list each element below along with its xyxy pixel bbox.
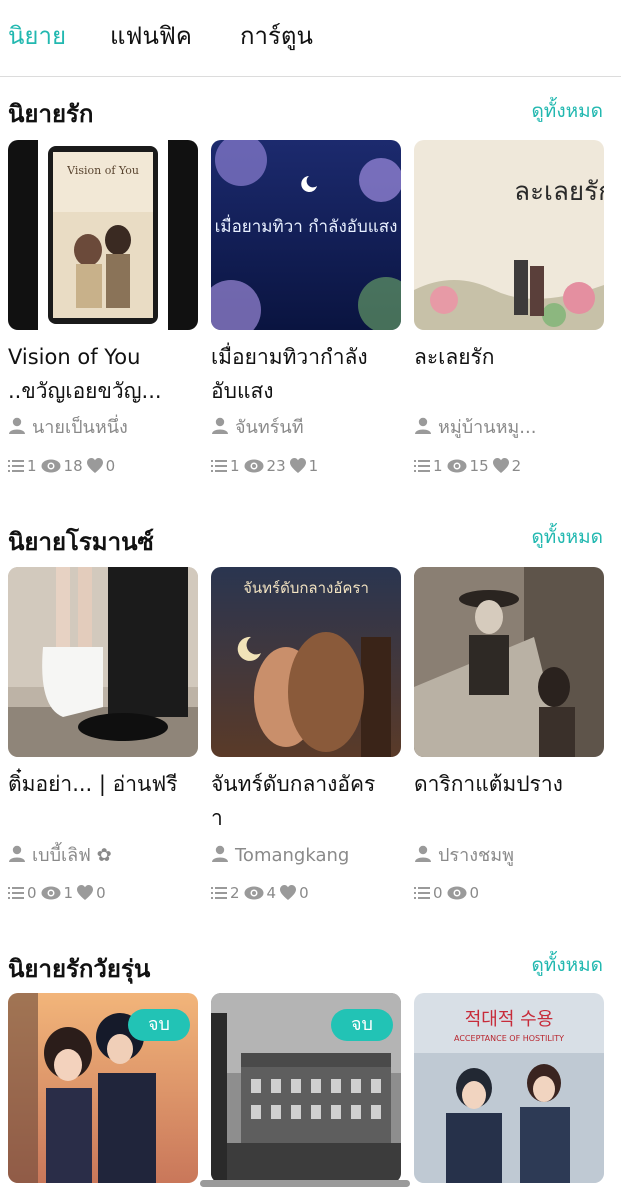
heart-icon [86,458,103,473]
book-cover: จันทร์ดับกลางอัครา [211,567,401,757]
eye-icon [447,886,467,900]
person-icon [415,417,431,434]
chapter-count: 0 [433,884,443,902]
like-count: 0 [96,884,106,902]
cover-text: จันทร์ดับกลางอัครา [243,579,369,597]
author-row: Tomangkang [211,844,411,868]
section-title-romance: นิยายโรมานซ์ [8,528,154,556]
list-icon [211,887,227,899]
book-cover [414,567,604,757]
book-title: จันทร์ดับกลางอัคร า [211,772,376,830]
cover-text: ละเลยรัก [514,177,604,207]
like-count: 1 [308,457,319,475]
book-cover: 적대적 수용 ACCEPTANCE OF HOSTILITY [414,993,604,1183]
book-cover: เมื่อยามทิวา กำลังอับแสง [211,140,401,330]
author-name: นายเป็นหนึ่ง [32,417,128,438]
book-cover [8,567,198,757]
eye-icon [244,886,264,900]
view-count: 4 [266,884,277,902]
book-cover: Vision of You [8,140,198,330]
view-count: 1 [63,884,74,902]
view-count: 23 [266,457,286,475]
stats-row: 1 18 0 [8,456,119,476]
book-title: ดาริกาแต้มปราง [414,772,563,796]
eye-icon [41,459,61,473]
tab-novel[interactable]: นิยาย [8,20,66,52]
chapter-count: 2 [230,884,240,902]
list-icon [414,460,430,472]
list-icon [8,887,24,899]
cover-text: เมื่อยามทิวา กำลังอับแสง [215,214,398,237]
person-icon [9,845,25,862]
author-row: เบบี้เลิฟ ✿ [8,844,208,868]
category-tab-bar: นิยาย แฟนฟิค การ์ตูน [0,0,621,77]
book-title: ละเลยรัก [414,345,495,369]
like-count: 2 [511,457,522,475]
author-name: เบบี้เลิฟ ✿ [32,845,112,866]
book-cover: ละเลยรัก [414,140,604,330]
tab-cartoon[interactable]: การ์ตูน [240,20,313,52]
tab-fanfic[interactable]: แฟนฟิค [110,20,192,52]
book-title: ติ๋มอย่า... | อ่านฟรี [8,772,178,796]
heart-icon [289,458,306,473]
completed-badge: จบ [331,1009,393,1041]
stats-row: 0 0 [414,883,483,903]
author-name: จันทร์นที [235,417,304,438]
stats-row: 2 4 0 [211,883,313,903]
horizontal-scrollbar[interactable] [200,1180,410,1187]
heart-icon [77,885,94,900]
author-row: นายเป็นหนึ่ง [8,416,208,440]
person-icon [415,845,431,862]
book-title: Vision of You ..ขวัญเอยขวัญ... [8,345,162,403]
cover-subtext: ACCEPTANCE OF HOSTILITY [454,1034,564,1043]
list-icon [8,460,24,472]
person-icon [212,845,228,862]
completed-badge: จบ [128,1009,190,1041]
eye-icon [447,459,467,473]
chapter-count: 1 [433,457,443,475]
author-row: ปรางชมพู [414,844,614,868]
view-count: 15 [469,457,489,475]
author-name: ปรางชมพู [438,845,514,866]
author-row: จันทร์นที [211,416,411,440]
eye-icon [244,459,264,473]
heart-icon [280,885,297,900]
stats-row: 0 1 0 [8,883,110,903]
list-icon [414,887,430,899]
author-name: Tomangkang [235,845,350,866]
section-title-romance-novel: นิยายรัก [8,100,94,128]
chapter-count: 0 [27,884,37,902]
stats-row: 1 23 1 [211,456,322,476]
cover-text: Vision of You [66,164,139,177]
view-count: 18 [63,457,83,475]
view-count: 0 [469,884,480,902]
author-row: หมู่บ้านหมู... [414,416,614,440]
section-title-teen-romance: นิยายรักวัยรุ่น [8,955,151,983]
like-count: 0 [299,884,309,902]
see-all-link[interactable]: ดูทั้งหมด [531,98,603,124]
like-count: 0 [105,457,116,475]
cover-text: 적대적 수용 [465,1009,554,1030]
chapter-count: 1 [230,457,240,475]
person-icon [9,417,25,434]
eye-icon [41,886,61,900]
author-name: หมู่บ้านหมู... [438,417,537,438]
book-title: เมื่อยามทิวากำลัง อับแสง [211,345,368,403]
book-cover: จบ [211,993,401,1183]
chapter-count: 1 [27,457,37,475]
see-all-link[interactable]: ดูทั้งหมด [531,952,603,978]
heart-icon [492,458,509,473]
book-cover: จบ [8,993,198,1183]
see-all-link[interactable]: ดูทั้งหมด [531,524,603,550]
person-icon [212,417,228,434]
list-icon [211,460,227,472]
stats-row: 1 15 2 [414,456,525,476]
